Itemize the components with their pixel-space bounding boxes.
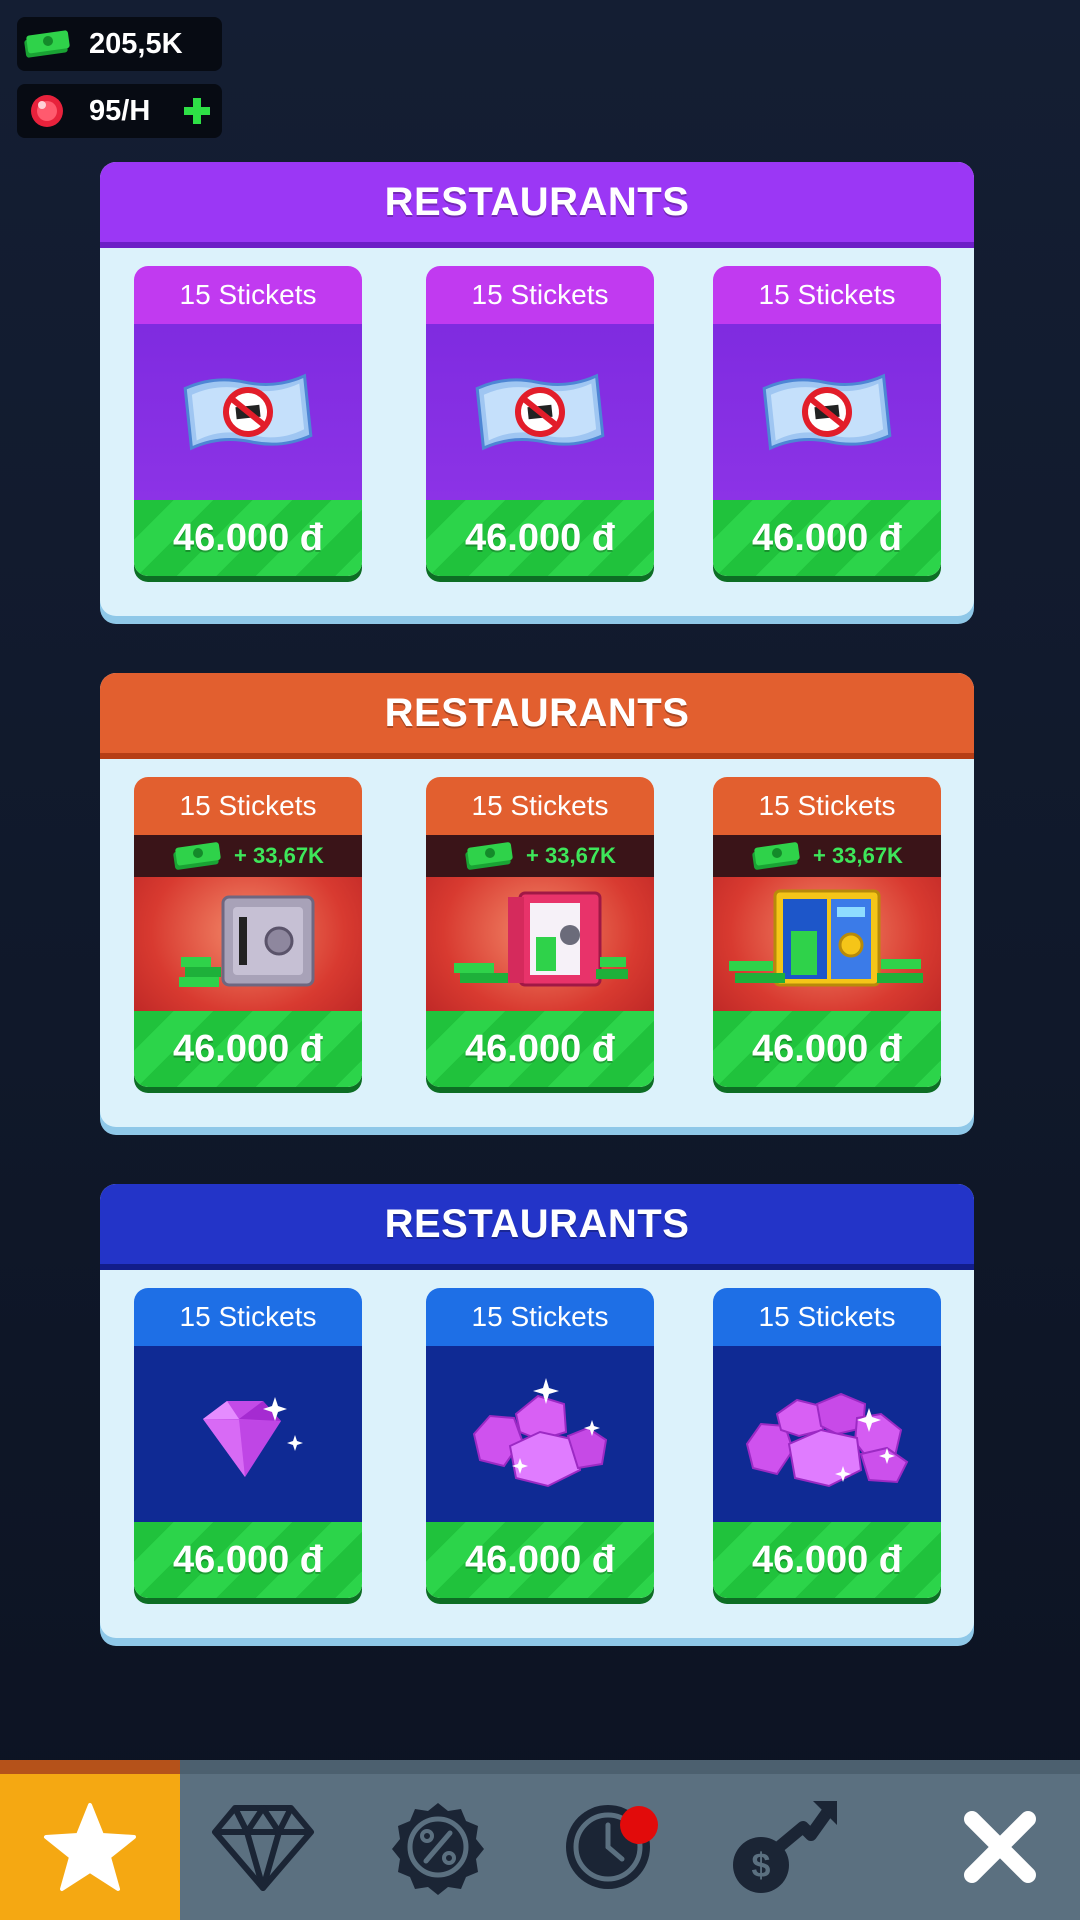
price-button[interactable]: 46.000 đ — [134, 500, 362, 576]
cash-value: 205,5K — [89, 27, 183, 60]
no-ads-ticket-icon — [134, 324, 362, 500]
ticket-offer-card[interactable]: 15 Stickets 46.000 đ — [426, 266, 654, 576]
close-icon — [964, 1811, 1036, 1883]
cash-stack-icon — [173, 842, 221, 870]
price-button[interactable]: 46.000 đ — [426, 500, 654, 576]
ticket-offer-card[interactable]: 15 Stickets 46.000 đ — [134, 266, 362, 576]
bonus-value: + 33,67K — [526, 843, 616, 868]
price-button[interactable]: 46.000 đ — [426, 1011, 654, 1087]
cash-counter: 205,5K — [17, 17, 222, 71]
card-label: 15 Stickets — [713, 1288, 941, 1346]
star-icon — [44, 1803, 136, 1891]
vault-icon — [727, 887, 927, 1002]
cash-stack-icon — [752, 842, 800, 870]
gem-offer-card[interactable]: 15 Stickets 46.000 đ — [426, 1288, 654, 1598]
safe-offer-card[interactable]: 15 Stickets + 33,67K 46.000 đ — [426, 777, 654, 1087]
card-label: 15 Stickets — [134, 1288, 362, 1346]
open-safe-icon — [450, 887, 630, 1002]
card-label: 15 Stickets — [713, 777, 941, 835]
money-growth-icon: $ — [733, 1801, 837, 1893]
no-ads-ticket-icon — [713, 324, 941, 500]
price-button[interactable]: 46.000 đ — [134, 1011, 362, 1087]
bonus-value: + 33,67K — [813, 843, 903, 868]
shop-section-tickets: RESTAURANTS 15 Stickets 46.000 đ 15 Stic… — [100, 162, 974, 616]
tab-income-boost[interactable]: $ — [693, 1760, 873, 1920]
card-label: 15 Stickets — [713, 266, 941, 324]
price-button[interactable]: 46.000 đ — [134, 1522, 362, 1598]
tab-timed-offers[interactable] — [518, 1760, 698, 1920]
bottom-nav: $ — [0, 1760, 1080, 1920]
single-gem-icon — [134, 1346, 362, 1522]
tab-discounts[interactable] — [348, 1760, 528, 1920]
card-label: 15 Stickets — [134, 266, 362, 324]
price-button[interactable]: 46.000 đ — [426, 1522, 654, 1598]
price-button[interactable]: 46.000 đ — [713, 500, 941, 576]
notification-dot — [620, 1806, 658, 1844]
bonus-value: + 33,67K — [234, 843, 324, 868]
gem-rate-value: 95/H — [89, 94, 151, 127]
bonus-strip: + 33,67K — [426, 835, 654, 877]
gem-offer-card[interactable]: 15 Stickets 46.000 đ — [713, 1288, 941, 1598]
ticket-offer-card[interactable]: 15 Stickets 46.000 đ — [713, 266, 941, 576]
section-title: RESTAURANTS — [100, 162, 974, 248]
gem-rate-counter: 95/H — [17, 84, 222, 138]
gem-pile-icon — [426, 1346, 654, 1522]
gem-offer-card[interactable]: 15 Stickets 46.000 đ — [134, 1288, 362, 1598]
tab-gems[interactable] — [173, 1760, 353, 1920]
svg-text:$: $ — [752, 1847, 771, 1885]
cash-stack-icon — [465, 842, 513, 870]
cash-stack-icon — [17, 17, 77, 71]
card-label: 15 Stickets — [426, 266, 654, 324]
section-title: RESTAURANTS — [100, 673, 974, 759]
diamond-icon — [212, 1805, 314, 1891]
small-safe-icon — [173, 887, 323, 1002]
shop-section-gems: RESTAURANTS 15 Stickets 46.000 đ 15 Stic… — [100, 1184, 974, 1638]
safe-offer-card[interactable]: 15 Stickets + 33,67K 46.000 đ — [713, 777, 941, 1087]
card-label: 15 Stickets — [426, 1288, 654, 1346]
price-button[interactable]: 46.000 đ — [713, 1522, 941, 1598]
bonus-strip: + 33,67K — [713, 835, 941, 877]
gem-heap-icon — [713, 1346, 941, 1522]
plus-icon[interactable] — [180, 94, 214, 128]
section-title: RESTAURANTS — [100, 1184, 974, 1270]
bonus-strip: + 33,67K — [134, 835, 362, 877]
tab-featured[interactable] — [0, 1760, 180, 1920]
price-button[interactable]: 46.000 đ — [713, 1011, 941, 1087]
card-label: 15 Stickets — [134, 777, 362, 835]
safe-offer-card[interactable]: 15 Stickets + 33,67K 46.000 đ — [134, 777, 362, 1087]
card-label: 15 Stickets — [426, 777, 654, 835]
ruby-gem-icon — [17, 84, 77, 138]
close-button[interactable] — [920, 1760, 1080, 1920]
no-ads-ticket-icon — [426, 324, 654, 500]
discount-badge-icon — [392, 1803, 484, 1895]
shop-section-safes: RESTAURANTS 15 Stickets + 33,67K 46.000 … — [100, 673, 974, 1127]
